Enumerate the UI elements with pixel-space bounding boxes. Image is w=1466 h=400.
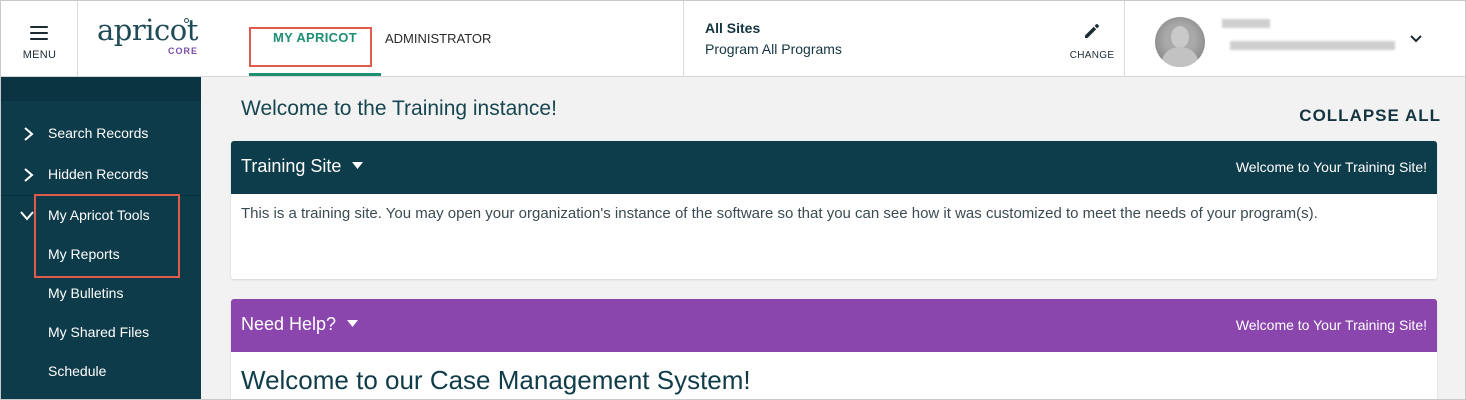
menu-label: MENU [22,49,57,61]
sidebar-item-my-apricot-tools[interactable]: My Apricot Tools [1,196,201,234]
sidebar-item-label: Hidden Records [48,166,149,182]
sidebar-item-label: Schedule [48,363,107,379]
sidebar-item-my-reports[interactable]: My Reports [1,235,201,273]
sidebar-item-schedule[interactable]: Schedule [1,352,201,390]
change-site-button[interactable]: CHANGE [1062,21,1122,66]
card-body: This is a training site. You may open yo… [241,205,1318,222]
user-menu[interactable] [1125,1,1465,76]
card-heading: Welcome to our Case Management System! [241,365,751,395]
sidebar: Search Records Hidden Records My Apricot… [1,77,201,399]
site-title: All Sites [705,20,761,36]
sidebar-item-hidden-records[interactable]: Hidden Records [1,155,201,193]
sidebar-item-my-shared-files[interactable]: My Shared Files [1,313,201,351]
chevron-right-icon [24,127,34,141]
sidebar-item-label: My Reports [48,246,120,262]
need-help-card: Need Help? Welcome to Your Training Site… [231,299,1437,399]
avatar [1155,17,1205,67]
hamburger-icon [30,26,48,44]
caret-down-icon [347,320,359,327]
card-title: Need Help? [241,314,337,334]
menu-button[interactable]: MENU [1,1,78,76]
sidebar-item-my-bulletins[interactable]: My Bulletins [1,274,201,312]
sidebar-item-label: My Shared Files [48,324,150,340]
sidebar-top-band [1,77,201,101]
apricot-logo[interactable]: apricot CORE [97,15,207,65]
top-header: MENU apricot CORE MY APRICOT ADMINISTRAT… [1,1,1465,77]
training-site-card: Training Site Welcome to Your Training S… [231,141,1437,279]
card-toggle[interactable]: Training Site [241,156,364,177]
app-window: MENU apricot CORE MY APRICOT ADMINISTRAT… [0,0,1466,400]
redacted-details [1230,41,1395,50]
change-label: CHANGE [1069,50,1115,61]
card-right-text: Welcome to Your Training Site! [1235,317,1427,333]
tab-administrator-label: ADMINISTRATOR [385,31,492,46]
pencil-icon [1085,24,1099,38]
chevron-right-icon [24,168,34,182]
collapse-all-button[interactable]: COLLAPSE ALL [1299,106,1441,126]
redacted-username [1222,19,1270,28]
tab-administrator[interactable]: ADMINISTRATOR [385,1,491,76]
site-program: Program All Programs [705,41,842,57]
tab-highlight-box [249,27,372,67]
card-title: Training Site [241,156,342,176]
main-content: Welcome to the Training instance! COLLAP… [201,77,1465,399]
caret-down-icon [352,162,364,169]
sidebar-item-label: My Apricot Tools [48,207,150,223]
card-header: Training Site Welcome to Your Training S… [231,141,1437,194]
sidebar-item-label: My Bulletins [48,285,124,301]
chevron-down-icon [20,211,34,221]
chevron-down-icon [1410,35,1422,43]
logo-dot-icon [184,18,189,23]
logo-word: apricot [97,13,198,47]
sidebar-item-search-records[interactable]: Search Records [1,114,201,152]
card-right-text: Welcome to Your Training Site! [1235,159,1427,175]
site-selector: All Sites Program All Programs CHANGE [683,1,1125,76]
card-header: Need Help? Welcome to Your Training Site… [231,299,1437,352]
sidebar-item-label: Search Records [48,125,149,141]
logo-sub: CORE [168,46,199,56]
page-title: Welcome to the Training instance! [241,97,557,120]
card-toggle[interactable]: Need Help? [241,314,359,335]
